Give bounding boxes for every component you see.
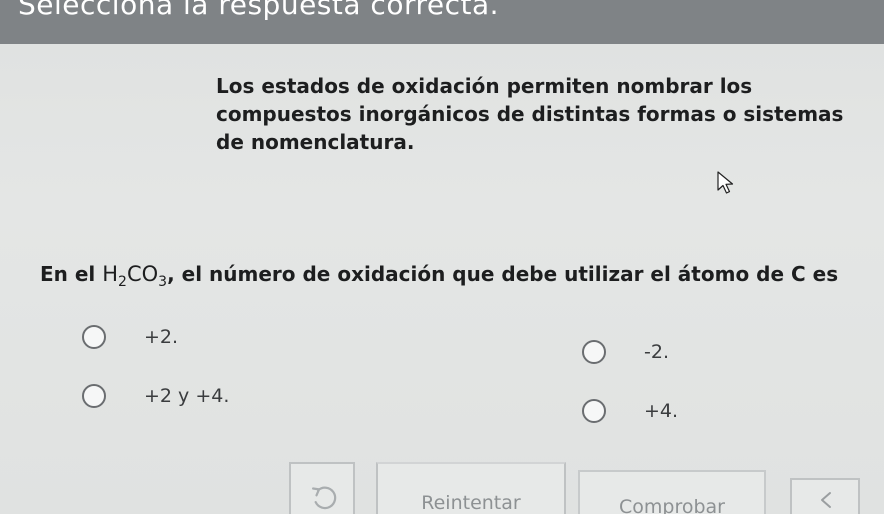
option-plus-4[interactable]: +4. bbox=[582, 399, 678, 423]
option-plus-2-and-plus-4[interactable]: +2 y +4. bbox=[82, 384, 229, 408]
formula-h-subscript: 2 bbox=[118, 274, 127, 290]
option-label: +2. bbox=[144, 326, 179, 348]
chemical-formula: H2CO3 bbox=[102, 262, 167, 290]
undo-arrow-icon bbox=[311, 486, 337, 510]
retry-button[interactable]: Reintentar bbox=[376, 462, 566, 514]
mouse-pointer-icon bbox=[717, 171, 734, 194]
check-button[interactable]: Comprobar bbox=[578, 470, 766, 514]
option-label: +4. bbox=[644, 400, 679, 422]
question-suffix: , el número de oxidación que debe utiliz… bbox=[167, 262, 839, 286]
option-label: -2. bbox=[644, 341, 669, 363]
formula-h: H bbox=[102, 262, 119, 286]
formula-co-subscript: 3 bbox=[158, 274, 168, 290]
exercise-page: Selecciona la respuesta correcta. Los es… bbox=[0, 0, 884, 514]
radio-button[interactable] bbox=[82, 384, 106, 408]
option-minus-2[interactable]: -2. bbox=[582, 340, 669, 364]
chevron-left-icon bbox=[821, 492, 831, 508]
option-label: +2 y +4. bbox=[144, 385, 230, 407]
instruction-header: Selecciona la respuesta correcta. bbox=[0, 0, 884, 44]
intro-paragraph: Los estados de oxidación permiten nombra… bbox=[216, 74, 844, 154]
formula-co: CO bbox=[126, 262, 159, 286]
radio-button[interactable] bbox=[82, 325, 106, 349]
question-prefix: En el bbox=[40, 262, 103, 286]
radio-button[interactable] bbox=[582, 399, 606, 423]
radio-button[interactable] bbox=[582, 340, 606, 364]
previous-button[interactable] bbox=[790, 478, 860, 514]
option-plus-2[interactable]: +2. bbox=[82, 325, 178, 349]
question-text: En el H2CO3, el número de oxidación que … bbox=[40, 262, 838, 290]
instruction-text: Selecciona la respuesta correcta. bbox=[18, 0, 500, 21]
undo-button[interactable] bbox=[289, 462, 355, 514]
